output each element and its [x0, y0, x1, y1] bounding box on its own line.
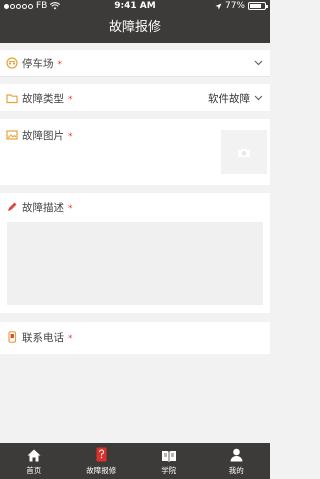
fault-type-row[interactable]: 故障类型 * 软件故障 [0, 84, 270, 111]
user-icon [230, 448, 243, 462]
phone-row[interactable]: 联系电话 * [0, 322, 270, 354]
tab-academy[interactable]: 学院 [135, 443, 203, 479]
phone-label: 联系电话 * [22, 332, 73, 344]
chevron-down-icon [254, 95, 263, 101]
pen-icon [8, 202, 17, 211]
home-icon [27, 449, 41, 462]
parking-lot-icon [6, 57, 18, 69]
tab-repair[interactable]: 故障报修 [68, 443, 136, 479]
chevron-down-icon [254, 60, 263, 66]
fault-desc-row: 故障描述 * [0, 193, 270, 313]
fault-desc-textarea[interactable] [7, 222, 263, 305]
repair-icon [96, 447, 107, 462]
fault-photo-label: 故障图片 * [22, 130, 73, 142]
location-icon [215, 3, 222, 9]
camera-icon [238, 148, 250, 157]
battery-percent: 77% [224, 1, 245, 11]
tab-academy-label: 学院 [161, 466, 177, 475]
phone-icon [8, 331, 17, 343]
tab-home[interactable]: 首页 [0, 443, 68, 479]
tab-mine[interactable]: 我的 [203, 443, 271, 479]
fault-desc-label: 故障描述 * [22, 202, 73, 214]
tab-repair-label: 故障报修 [86, 466, 117, 475]
fault-type-label: 故障类型 * [22, 93, 73, 105]
image-icon [6, 130, 18, 140]
add-photo-button[interactable] [221, 130, 267, 174]
fault-photo-row: 故障图片 * [0, 119, 270, 185]
tab-bar: 首页 故障报修 学院 我的 [0, 443, 270, 479]
folder-icon [6, 94, 18, 104]
parking-label: 停车场 * [22, 58, 62, 70]
tab-home-label: 首页 [26, 466, 42, 475]
parking-row[interactable]: 停车场 * [0, 50, 270, 76]
fault-type-value: 软件故障 [208, 93, 250, 105]
page-title: 故障报修 [108, 20, 161, 35]
book-icon [161, 451, 176, 462]
battery-group: 77% [215, 0, 268, 12]
battery-icon [248, 2, 268, 10]
nav-bar: 故障报修 [0, 12, 270, 43]
tab-mine-label: 我的 [228, 466, 244, 475]
status-bar: FB 9:41 AM 77% [0, 0, 270, 12]
divider [0, 76, 270, 77]
